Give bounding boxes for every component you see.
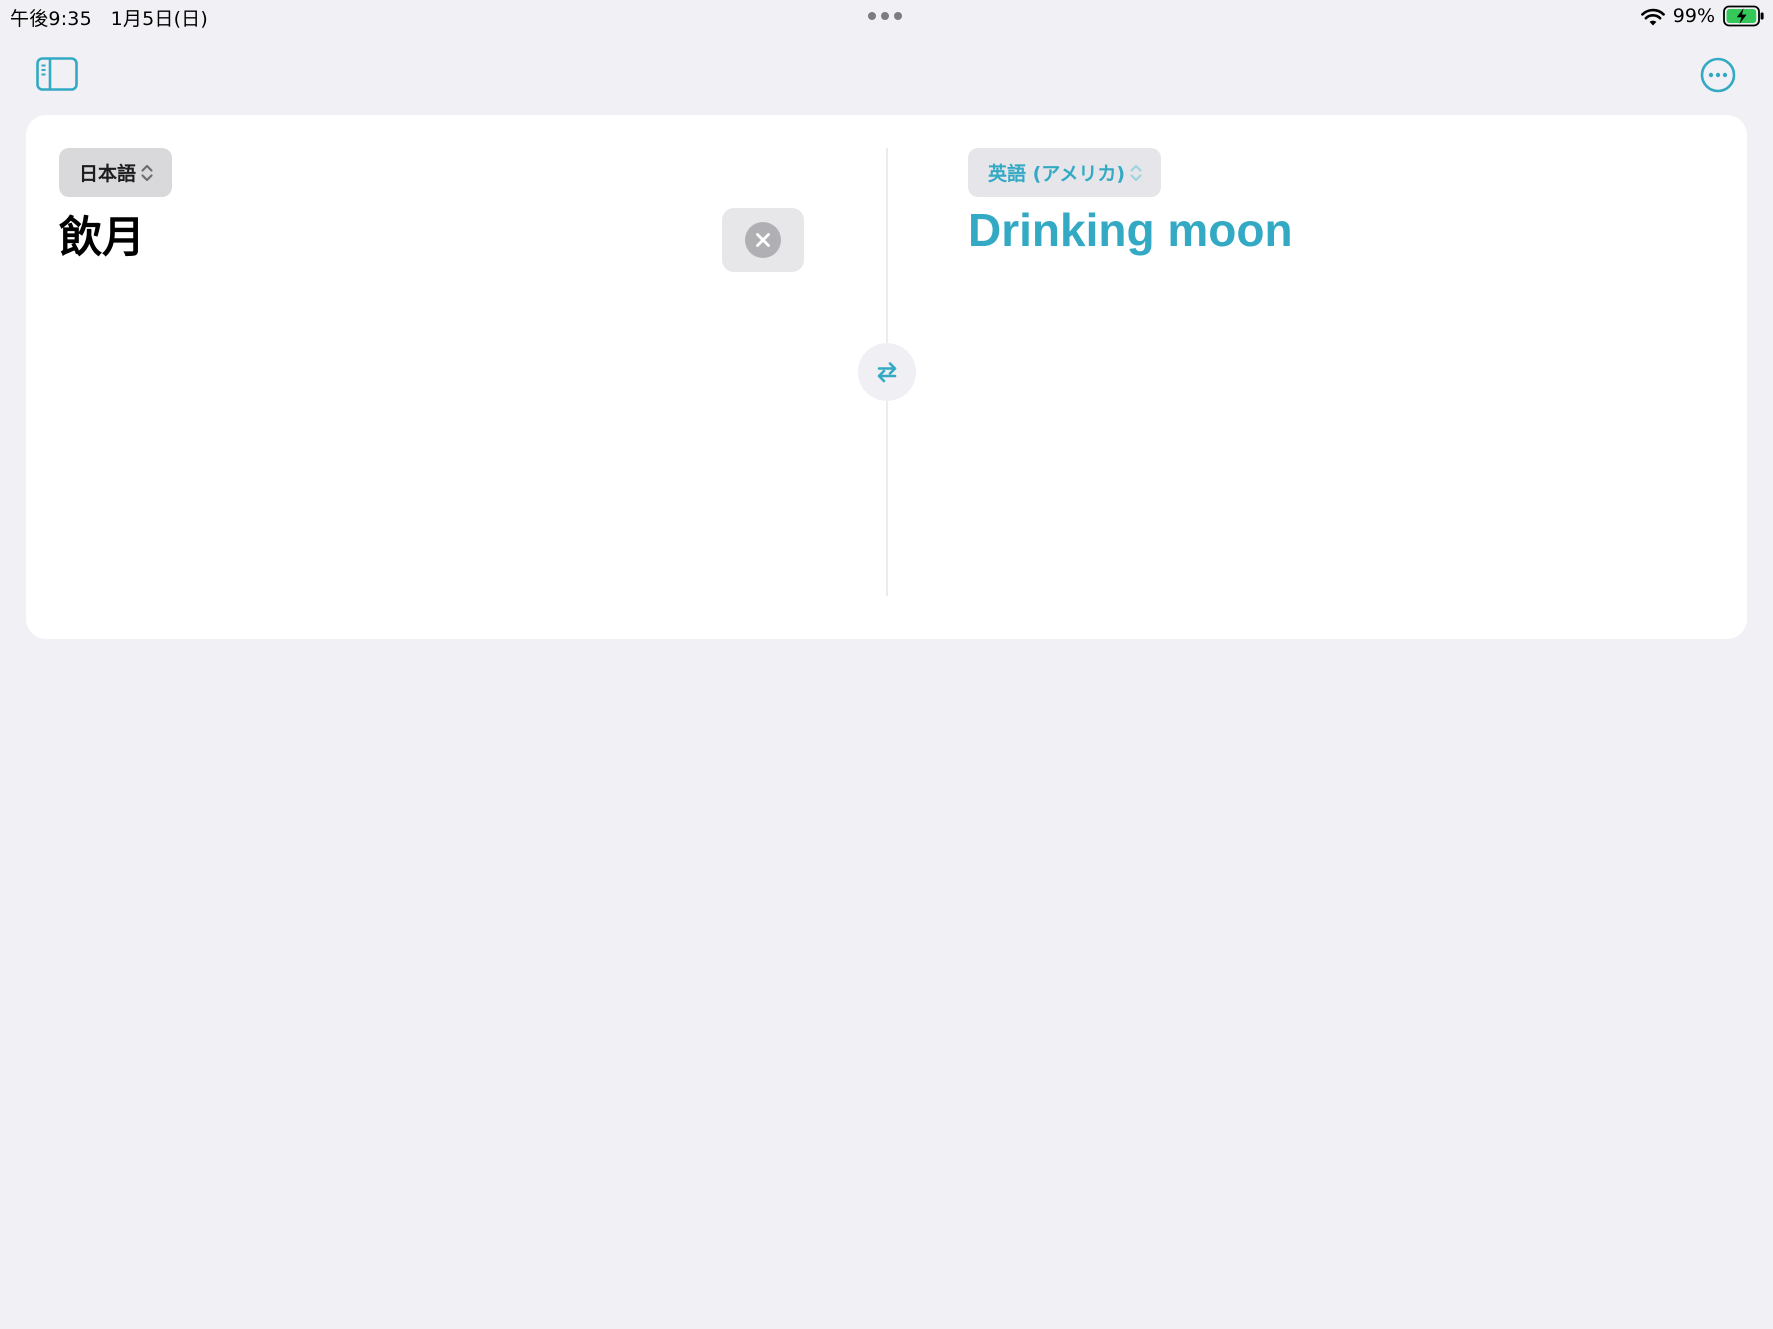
translation-card: 日本語 飲月 英語 (アメリカ) Drinking moon xyxy=(26,115,1747,639)
source-language-picker[interactable]: 日本語 xyxy=(59,148,173,197)
chevron-up-down-icon xyxy=(140,163,154,183)
battery-percentage: 99% xyxy=(1672,5,1715,27)
translated-text: Drinking moon xyxy=(968,204,1293,256)
multitask-dot xyxy=(894,12,902,20)
source-text[interactable]: 飲月 xyxy=(59,203,145,265)
wifi-icon xyxy=(1640,7,1665,26)
multitask-dot xyxy=(868,12,876,20)
clear-icon xyxy=(745,222,781,258)
target-language-picker[interactable]: 英語 (アメリカ) xyxy=(968,148,1162,197)
status-date: 1月5日(日) xyxy=(110,8,208,30)
ellipsis-circle-icon xyxy=(1700,57,1736,93)
more-button[interactable] xyxy=(1700,57,1736,93)
status-time: 午後9:35 1月5日(日) xyxy=(10,4,208,31)
chevron-up-down-icon xyxy=(1129,163,1143,183)
status-indicators: 99% xyxy=(1640,4,1765,28)
sidebar-toggle-button[interactable] xyxy=(36,57,78,91)
swap-arrows-icon xyxy=(872,357,902,387)
target-language-label: 英語 (アメリカ) xyxy=(988,163,1126,185)
multitask-dot xyxy=(881,12,889,20)
battery-charging-icon xyxy=(1723,5,1765,27)
multitasking-handle[interactable] xyxy=(868,12,902,20)
status-bar: 午後9:35 1月5日(日) 99% xyxy=(0,0,1773,34)
swap-languages-button[interactable] xyxy=(858,343,916,401)
sidebar-toggle-icon xyxy=(36,57,78,91)
source-language-label: 日本語 xyxy=(79,163,137,185)
status-clock: 午後9:35 xyxy=(10,8,92,30)
clear-text-button[interactable] xyxy=(722,208,804,272)
